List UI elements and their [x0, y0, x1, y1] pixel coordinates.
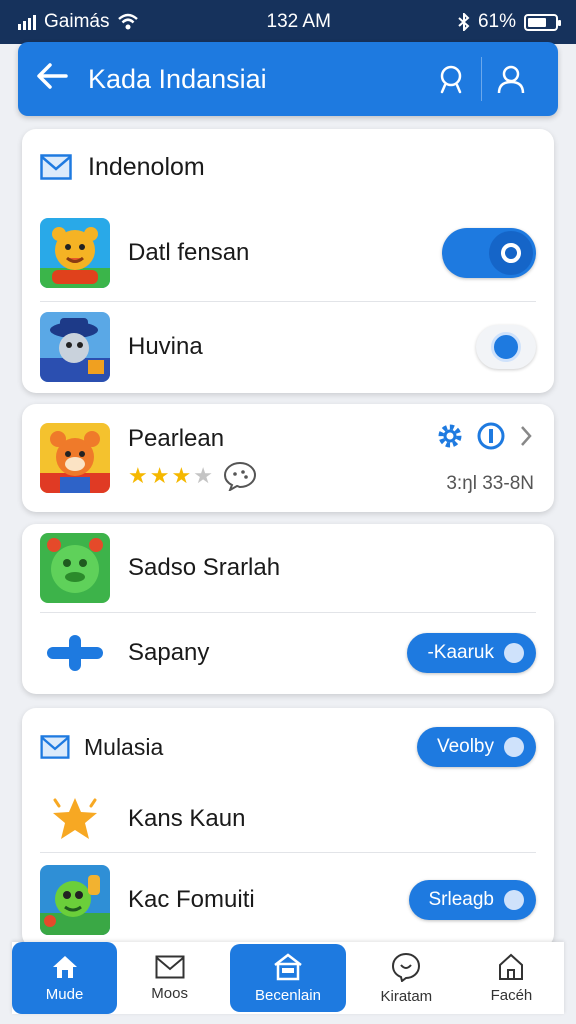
settings-icon[interactable] — [436, 422, 464, 450]
mail-icon — [40, 735, 70, 759]
thumb-icon — [504, 643, 524, 663]
avatar — [40, 312, 110, 382]
arrow-left-icon — [37, 63, 68, 89]
nav-item-kiratam[interactable]: Kiratam — [354, 942, 459, 1014]
thumb-icon — [504, 890, 524, 910]
bluetooth-icon — [458, 13, 470, 31]
mail-icon — [155, 955, 185, 978]
toggle-switch[interactable] — [442, 228, 536, 278]
list-item[interactable]: Sapany -Kaaruk — [22, 612, 554, 694]
list-item-label: Datl fensan — [128, 239, 250, 266]
list-item-label: Kac Fomuiti — [128, 886, 255, 913]
list-item[interactable]: Huvina — [22, 301, 554, 393]
star-icon: ★ — [193, 463, 213, 488]
card-mulasia: Mulasia Veolby Kans Kaun Kac Fomuiti Srl… — [22, 708, 554, 948]
profile-button[interactable] — [482, 42, 540, 116]
app-bar: Kada Indansiai — [18, 42, 558, 116]
mail-icon — [40, 154, 72, 180]
avatar — [40, 218, 110, 288]
carrier-name: Gaimás — [44, 11, 110, 32]
avatar — [40, 533, 110, 603]
list-item-label: Sapany — [128, 639, 210, 666]
star-rating: ★ ★ ★ ★ — [128, 461, 436, 491]
chat-icon — [392, 952, 421, 982]
card-header: Indenolom — [22, 129, 554, 205]
card-pearlean[interactable]: Pearlean ★ ★ ★ ★ 3:ŋl 33-8N — [22, 404, 554, 512]
nav-item-faceh[interactable]: Facéh — [459, 942, 564, 1014]
nav-item-mude[interactable]: Mude — [12, 942, 118, 1014]
header-action-button[interactable]: Veolby — [416, 727, 536, 767]
list-item-label: Kans Kaun — [128, 805, 246, 832]
action-button[interactable]: -Kaaruk — [407, 633, 536, 673]
search-icon — [440, 65, 462, 94]
comment-icon[interactable] — [223, 461, 257, 491]
list-item[interactable]: Kac Fomuiti Srleagb — [22, 852, 554, 948]
info-icon[interactable] — [476, 421, 506, 451]
list-item[interactable]: Datl fensan — [22, 205, 554, 301]
list-item-label: Huvina — [128, 333, 203, 360]
user-icon — [497, 65, 525, 94]
signal-icon — [18, 14, 36, 30]
house-icon — [499, 953, 524, 980]
list-item[interactable]: Sadso Srarlah — [22, 524, 554, 612]
battery-percent: 61% — [477, 11, 516, 32]
list-item-title: Pearlean — [128, 425, 225, 452]
home-icon — [52, 955, 77, 978]
status-bar: Gaimás 132 AM 61% — [0, 0, 576, 44]
action-button[interactable] — [476, 325, 536, 369]
star-icon: ★ — [171, 463, 192, 488]
action-button[interactable]: Srleagb — [408, 880, 536, 920]
card-title: Indenolom — [88, 152, 205, 181]
back-button[interactable] — [36, 62, 82, 96]
list-item[interactable]: Kans Kaun — [22, 786, 554, 852]
list-item[interactable]: Pearlean ★ ★ ★ ★ 3:ŋl 33-8N — [22, 404, 554, 512]
card-title: Mulasia — [84, 733, 164, 760]
nav-item-moos[interactable]: Moos — [117, 942, 222, 1014]
star-icon — [40, 789, 110, 849]
wifi-icon — [118, 13, 139, 30]
clock: 132 AM — [266, 11, 331, 32]
thumb-icon — [504, 737, 524, 757]
meta-text: 3:ŋl 33-8N — [446, 473, 534, 494]
plus-icon — [40, 618, 110, 688]
battery-icon — [524, 13, 561, 31]
star-icon: ★ — [128, 463, 148, 488]
avatar — [40, 865, 110, 935]
search-button[interactable] — [423, 42, 481, 116]
star-icon: ★ — [149, 463, 170, 488]
card-sadso: Sadso Srarlah Sapany -Kaaruk — [22, 524, 554, 694]
card-indenolom: Indenolom Datl fensan Huvina — [22, 129, 554, 393]
nav-item-becenlain[interactable]: Becenlain — [230, 944, 346, 1012]
chevron-right-icon[interactable] — [518, 424, 534, 448]
card-header: Mulasia Veolby — [22, 708, 554, 786]
list-item-label: Sadso Srarlah — [128, 554, 281, 581]
bottom-nav: Mude Moos Becenlain Kiratam Facéh — [12, 942, 564, 1014]
avatar — [40, 423, 110, 493]
store-icon — [274, 952, 302, 980]
page-title: Kada Indansiai — [88, 63, 267, 94]
